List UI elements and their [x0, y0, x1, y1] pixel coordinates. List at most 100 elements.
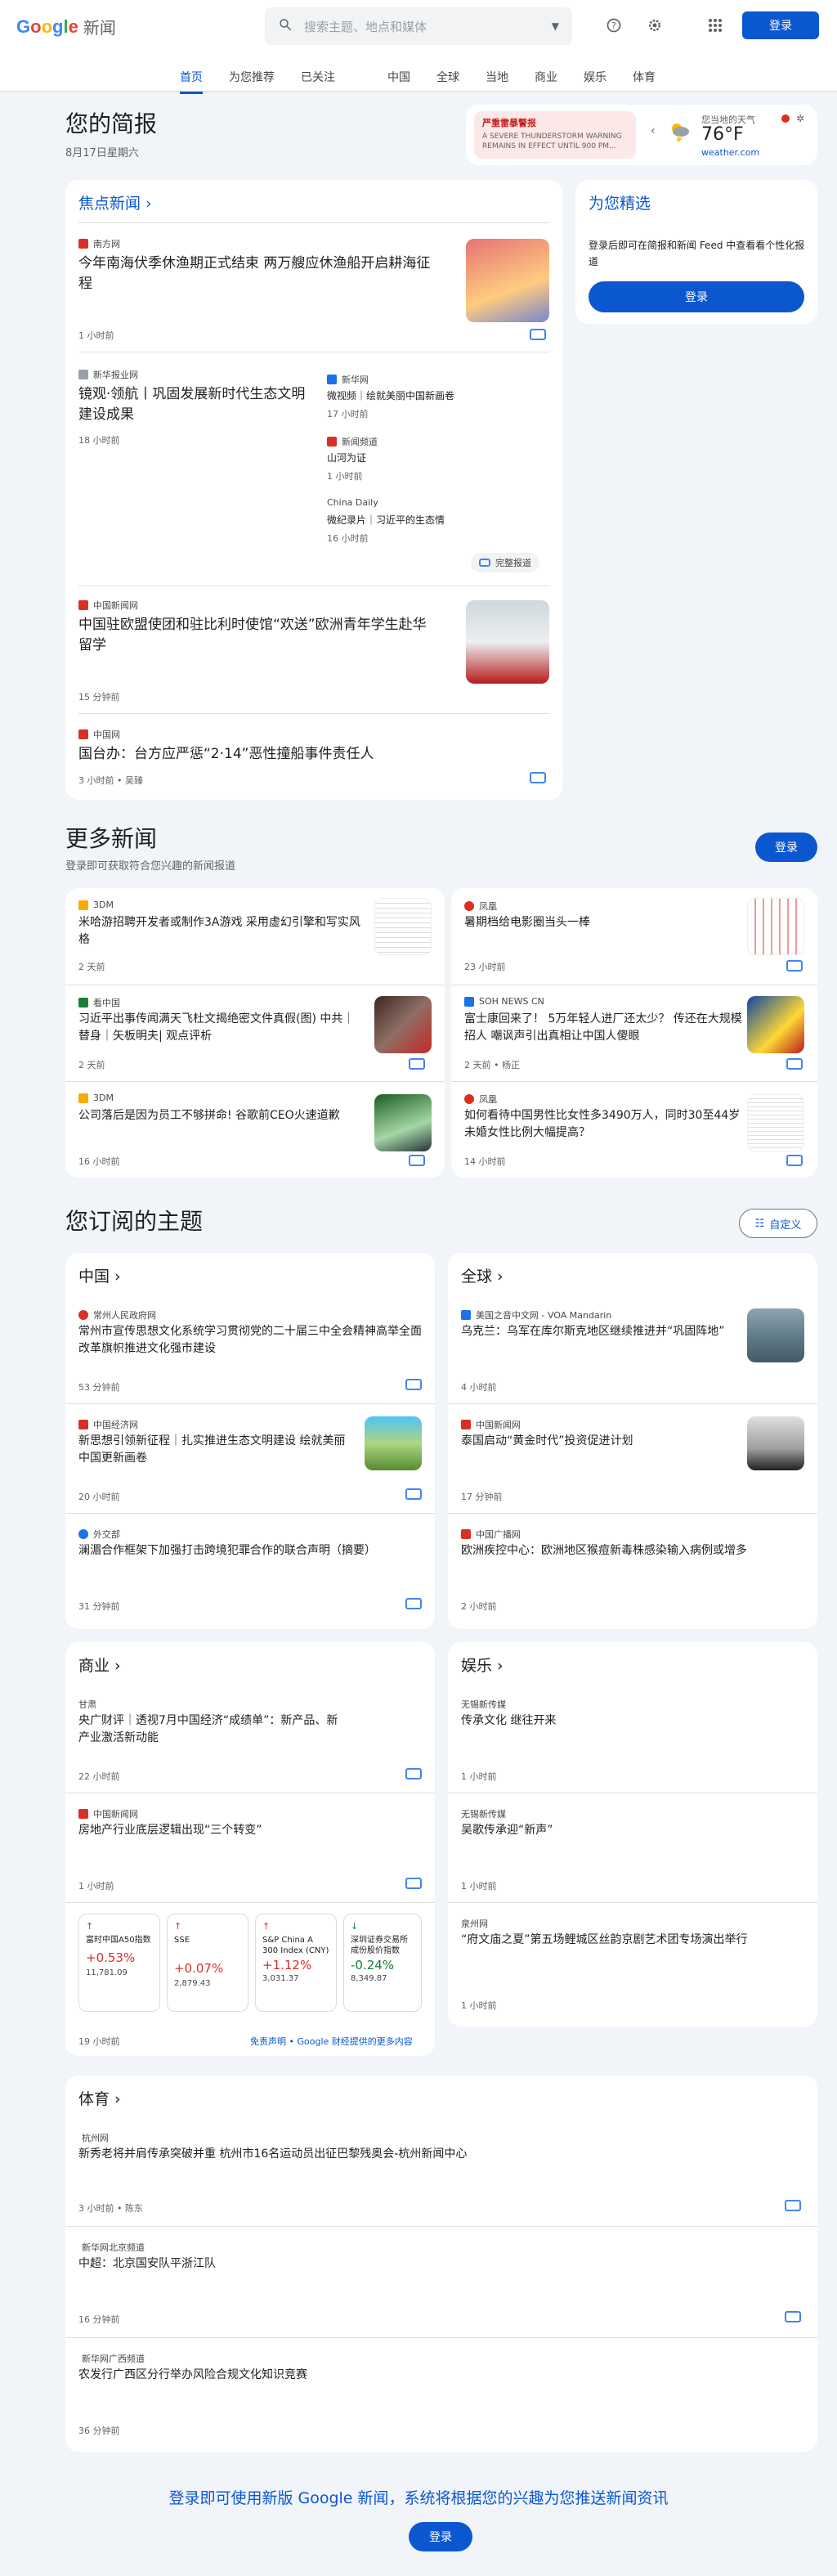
disclaimer-link[interactable]: 免责声明 • Google 财经提供的更多内容	[250, 2035, 413, 2048]
source-logo-icon	[461, 1529, 471, 1539]
full-coverage-icon[interactable]	[409, 1058, 425, 1070]
chevron-down-icon[interactable]: ▼	[552, 20, 559, 32]
story-title[interactable]: 公司落后是因为员工不够拼命! 谷歌前CEO火速道歉	[78, 1107, 365, 1124]
google-news-logo[interactable]: Google 新闻	[16, 15, 116, 38]
full-coverage-icon[interactable]	[786, 1058, 803, 1070]
full-coverage-icon[interactable]	[785, 2311, 801, 2322]
stock-card[interactable]: ↓ 深圳证券交易所成份股价指数 -0.24% 8,349.87	[343, 1914, 422, 2012]
story-title[interactable]: 欧洲疾控中心：欧洲地区猴痘新毒株感染输入病例或增多	[461, 1542, 804, 1560]
chevron-left-icon[interactable]: ‹	[651, 124, 656, 137]
search-input[interactable]: 搜索主题、地点和媒体	[304, 18, 552, 35]
story-title[interactable]: 新秀老将并肩传承突破并重 杭州市16名运动员出征巴黎残奥会-杭州新闻中心	[78, 2146, 781, 2163]
story-title[interactable]: 习近平出事传闻满天飞杜文揭绝密文件真假(图) 中共｜替身｜矢板明夫| 观点评析	[78, 1011, 365, 1045]
login-button[interactable]: 登录	[742, 11, 819, 39]
tab-following[interactable]: 已关注	[301, 69, 335, 92]
story-title[interactable]: 山河为证	[327, 450, 548, 467]
story-thumbnail[interactable]	[466, 239, 549, 322]
story-title[interactable]: 传承文化 继往开来	[461, 1712, 804, 1730]
full-coverage-icon[interactable]	[405, 1878, 422, 1889]
story-title[interactable]: 中国驻欧盟使团和驻比利时使馆“欢送”欧洲青年学生赴华留学	[78, 615, 438, 656]
story-thumbnail[interactable]	[374, 898, 432, 955]
full-coverage-icon[interactable]	[786, 1155, 803, 1166]
topic-link-china[interactable]: 中国 ›	[78, 1264, 121, 1286]
stock-card[interactable]: ↑ S&P China A 300 Index (CNY) +1.12% 3,031.…	[255, 1914, 337, 2012]
topic-link-world[interactable]: 全球 ›	[461, 1264, 504, 1286]
footer-login-button[interactable]: 登录	[409, 2522, 472, 2551]
story-thumbnail[interactable]	[747, 898, 804, 955]
story-title[interactable]: 中超：北京国安队平浙江队	[78, 2255, 781, 2273]
top-stories-link[interactable]: 焦点新闻 ›	[78, 191, 152, 213]
stock-card[interactable]: ↑ 富时中国A50指数 +0.53% 11,781.09	[78, 1914, 160, 2012]
tab-business[interactable]: 商业	[535, 69, 557, 92]
source-logo-icon	[78, 998, 88, 1008]
tab-world[interactable]: 全球	[436, 69, 459, 92]
story-title[interactable]: 泰国启动“黄金时代”投资促进计划	[461, 1433, 731, 1450]
full-coverage-icon[interactable]	[530, 772, 546, 783]
story-thumbnail[interactable]	[466, 600, 549, 684]
tab-sports[interactable]: 体育	[633, 69, 656, 92]
story-thumbnail[interactable]	[365, 1416, 422, 1470]
story-title[interactable]: 乌克兰：乌军在库尔斯克地区继续推进并“巩固阵地”	[461, 1323, 731, 1340]
story-title[interactable]: 富士康回来了！ 5万年轻人进厂还太少？ 传还在大规模招人 嘲讽声引出真相让中国人…	[464, 1011, 742, 1045]
story-title[interactable]: 微视频｜绘就美丽中国新画卷	[327, 388, 548, 405]
settings-small-icon[interactable]: ✲	[796, 113, 804, 124]
more-login-button[interactable]: 登录	[755, 832, 817, 862]
story-thumbnail[interactable]	[747, 996, 804, 1053]
story-title[interactable]: 微纪录片｜习近平的生态情	[327, 512, 548, 529]
source-logo-icon	[78, 1809, 88, 1819]
story-title[interactable]: 镜观·领航丨巩固发展新时代生态文明建设成果	[78, 384, 307, 425]
full-coverage-icon[interactable]	[405, 1488, 422, 1500]
story-title[interactable]: 如何看待中国男性比女性多3490万人，同时30至44岁未婚女性比例大幅提高？	[464, 1107, 742, 1142]
full-coverage-icon[interactable]	[785, 2200, 801, 2211]
full-coverage-button[interactable]: 完整报道	[471, 553, 539, 572]
top-stories-card: 焦点新闻 › 南方网 今年南海伏季休渔期正式结束 两万艘应休渔船开启耕海征程 1…	[65, 180, 562, 800]
topic-link-business[interactable]: 商业 ›	[78, 1654, 121, 1676]
source-logo-icon	[464, 901, 474, 911]
gear-icon[interactable]	[646, 16, 664, 34]
briefing-title: 您的简报	[65, 110, 158, 137]
story-thumbnail[interactable]	[747, 1308, 804, 1362]
story-title[interactable]: 农发行广西区分行举办风险合规文化知识竞赛	[78, 2367, 781, 2384]
topic-link-sports[interactable]: 体育 ›	[78, 2087, 121, 2109]
story-title[interactable]: 今年南海伏季休渔期正式结束 两万艘应休渔船开启耕海征程	[78, 254, 438, 294]
full-coverage-icon[interactable]	[405, 1768, 422, 1779]
tab-home[interactable]: 首页	[180, 69, 203, 94]
full-coverage-icon[interactable]	[405, 1598, 422, 1609]
tab-for-you[interactable]: 为您推荐	[229, 69, 275, 92]
search-box[interactable]: 搜索主题、地点和媒体 ▼	[265, 7, 572, 45]
story-title[interactable]: 新思想引领新征程｜扎实推进生态文明建设 绘就美丽中国更新画卷	[78, 1433, 348, 1467]
story-thumbnail[interactable]	[747, 1416, 804, 1470]
source-logo-icon	[464, 1094, 474, 1104]
footer-prompt: 登录即可使用新版 Google 新闻，系统将根据您的兴趣为您推送新闻资讯	[168, 2489, 669, 2507]
story-title[interactable]: 吴歌传承迎“新声”	[461, 1822, 804, 1839]
story-title[interactable]: 常州市宣传思想文化系统学习贯彻党的二十届三中全会精神高举全面改革旗帜推进文化强市…	[78, 1323, 422, 1358]
help-icon[interactable]: ?	[605, 16, 623, 34]
story-title[interactable]: 米哈游招聘开发者或制作3A游戏 采用虚幻引擎和写实风格	[78, 914, 365, 949]
story-title[interactable]: 暑期档给电影圈当头一棒	[464, 914, 742, 931]
full-coverage-icon[interactable]	[530, 329, 546, 340]
for-you-card: 为您精选 登录后即可在简报和新闻 Feed 中查看看个性化报道 登录	[575, 180, 817, 324]
tab-local[interactable]: 当地	[486, 69, 508, 92]
full-coverage-icon[interactable]	[405, 1379, 422, 1390]
story-thumbnail[interactable]	[374, 996, 432, 1053]
weather-source-link[interactable]: weather.com	[701, 147, 759, 158]
story-title[interactable]: 澜湄合作框架下加强打击跨境犯罪合作的联合声明（摘要）	[78, 1542, 422, 1560]
tab-china[interactable]: 中国	[387, 69, 410, 92]
full-coverage-icon[interactable]	[786, 960, 803, 972]
weather-alert[interactable]: 严重雷暴警报 A SEVERE THUNDERSTORM WARNING REM…	[474, 111, 636, 159]
topic-card-entertainment: 娱乐 › 无锡新传媒 传承文化 继往开来 1 小时前 无锡新传媒 吴歌传承迎“新…	[448, 1642, 817, 2026]
full-coverage-icon[interactable]	[409, 1155, 425, 1166]
story-title[interactable]: 国台办：台方应严惩“2·14”恶性撞船事件责任人	[78, 744, 520, 765]
for-you-login-button[interactable]: 登录	[589, 281, 804, 312]
apps-grid-icon[interactable]	[706, 16, 724, 34]
story-title[interactable]: 央广财评｜透视7月中国经济“成绩单”：新产品、新产业激活新动能	[78, 1712, 348, 1747]
story-thumbnail[interactable]	[747, 1094, 804, 1151]
story-title[interactable]: “府文庙之夏”第五场鲤城区丝韵京剧艺术团专场演出举行	[461, 1932, 804, 1949]
customize-button[interactable]: ☷ 自定义	[739, 1209, 817, 1238]
trend-up-icon: ↑	[174, 1921, 182, 1932]
stock-card[interactable]: ↑ SSE +0.07% 2,879.43	[167, 1914, 248, 2012]
story-thumbnail[interactable]	[374, 1094, 432, 1151]
story-title[interactable]: 房地产行业底层逻辑出现“三个转变”	[78, 1822, 422, 1839]
tab-entertainment[interactable]: 娱乐	[584, 69, 606, 92]
topic-link-entertainment[interactable]: 娱乐 ›	[461, 1654, 504, 1676]
